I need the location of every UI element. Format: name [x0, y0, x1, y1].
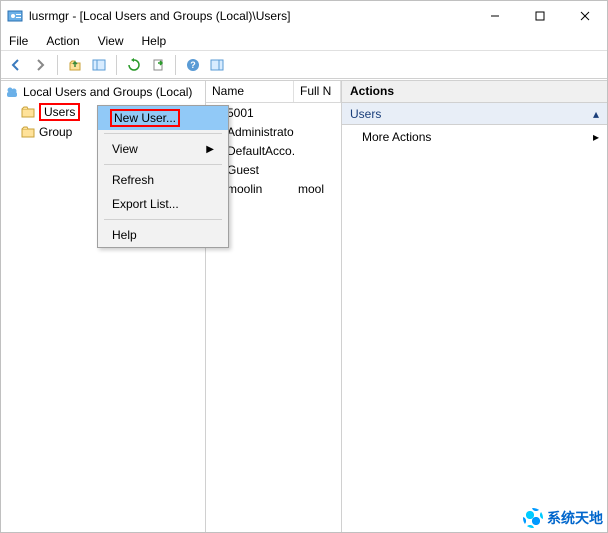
- export-button[interactable]: [147, 54, 169, 76]
- minimize-button[interactable]: [472, 1, 517, 31]
- actions-group-users[interactable]: Users ▴: [342, 103, 607, 125]
- column-name[interactable]: Name: [206, 81, 294, 102]
- tree-item-groups-label: Group: [39, 125, 72, 139]
- help-button[interactable]: ?: [182, 54, 204, 76]
- title-bar: lusrmgr - [Local Users and Groups (Local…: [1, 1, 607, 31]
- ctx-help-label: Help: [112, 228, 137, 242]
- chevron-right-icon: ▸: [593, 130, 599, 144]
- refresh-button[interactable]: [123, 54, 145, 76]
- app-icon: [7, 8, 23, 24]
- toolbar: ?: [1, 51, 607, 79]
- main-window: lusrmgr - [Local Users and Groups (Local…: [0, 0, 608, 533]
- actions-header: Actions: [342, 81, 607, 103]
- folder-icon: [21, 105, 35, 119]
- separator: [175, 55, 176, 75]
- ctx-export[interactable]: Export List...: [98, 192, 228, 216]
- ctx-refresh-label: Refresh: [112, 173, 154, 187]
- context-menu: New User... View ▶ Refresh Export List..…: [97, 105, 229, 248]
- ctx-view-label: View: [112, 142, 138, 156]
- tree-root-label: Local Users and Groups (Local): [23, 85, 192, 99]
- up-button[interactable]: [64, 54, 86, 76]
- tree-root[interactable]: Local Users and Groups (Local): [5, 83, 201, 101]
- content-area: Local Users and Groups (Local) Users Gro…: [1, 80, 607, 532]
- folder-icon: [21, 125, 35, 139]
- show-hide-tree-button[interactable]: [88, 54, 110, 76]
- ctx-view[interactable]: View ▶: [98, 137, 228, 161]
- column-fullname[interactable]: Full N: [294, 81, 341, 102]
- separator: [104, 164, 222, 165]
- group-icon: [5, 85, 19, 99]
- close-button[interactable]: [562, 1, 607, 31]
- menu-view[interactable]: View: [98, 34, 124, 48]
- svg-text:?: ?: [190, 60, 196, 70]
- action-more-actions[interactable]: More Actions ▸: [342, 125, 607, 149]
- chevron-right-icon: ▶: [206, 144, 214, 155]
- list-header: Name Full N: [206, 81, 341, 103]
- ctx-new-user[interactable]: New User...: [98, 106, 228, 130]
- window-title: lusrmgr - [Local Users and Groups (Local…: [29, 9, 472, 23]
- menu-file[interactable]: File: [9, 34, 28, 48]
- separator: [57, 55, 58, 75]
- separator: [116, 55, 117, 75]
- action-label: More Actions: [362, 130, 431, 144]
- show-hide-action-pane-button[interactable]: [206, 54, 228, 76]
- separator: [104, 219, 222, 220]
- actions-group-label: Users: [350, 107, 381, 121]
- separator: [104, 133, 222, 134]
- watermark-text: 系统天地: [547, 508, 603, 528]
- menu-action[interactable]: Action: [46, 34, 79, 48]
- menu-help[interactable]: Help: [142, 34, 167, 48]
- ctx-new-user-label: New User...: [110, 109, 180, 127]
- menu-bar: File Action View Help: [1, 31, 607, 51]
- watermark: 系统天地: [523, 508, 603, 528]
- ctx-refresh[interactable]: Refresh: [98, 168, 228, 192]
- watermark-icon: [523, 508, 543, 528]
- maximize-button[interactable]: [517, 1, 562, 31]
- collapse-icon: ▴: [593, 107, 599, 121]
- back-button[interactable]: [5, 54, 27, 76]
- tree-item-users-label: Users: [39, 103, 80, 121]
- actions-pane: Actions Users ▴ More Actions ▸: [342, 81, 607, 532]
- ctx-help[interactable]: Help: [98, 223, 228, 247]
- forward-button[interactable]: [29, 54, 51, 76]
- ctx-export-label: Export List...: [112, 197, 179, 211]
